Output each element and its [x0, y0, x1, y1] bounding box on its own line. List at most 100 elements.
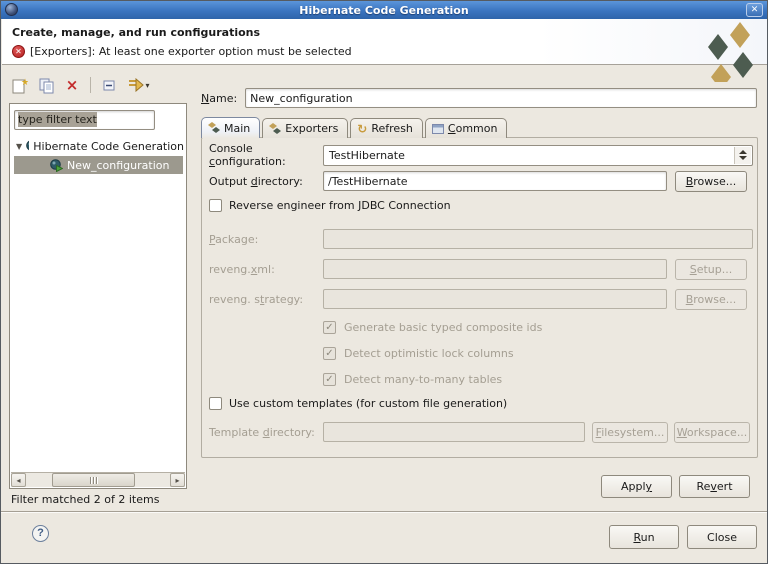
- filter-launch-configurations-button[interactable]: ▾: [124, 74, 154, 96]
- run-configuration-type-icon: [26, 140, 29, 153]
- configurations-toolbar: ★ ×: [9, 73, 154, 97]
- console-configuration-label: Console configuration:: [209, 142, 323, 168]
- workspace-button: Workspace...: [674, 422, 750, 443]
- filter-input[interactable]: type filter text: [14, 110, 155, 130]
- tab-common[interactable]: Common: [425, 118, 508, 138]
- delete-configuration-button[interactable]: ×: [61, 74, 83, 96]
- help-icon[interactable]: ?: [32, 525, 49, 542]
- template-directory-input: [323, 422, 585, 442]
- reveng-strategy-input: [323, 289, 667, 309]
- filter-icon: [128, 78, 144, 92]
- console-configuration-combo[interactable]: TestHibernate: [323, 145, 753, 166]
- tab-refresh[interactable]: ↻ Refresh: [350, 118, 423, 138]
- new-document-icon: ★: [12, 77, 28, 94]
- grip-line: [93, 477, 94, 484]
- hibernate-tab-icon: [269, 123, 281, 135]
- console-configuration-value: TestHibernate: [329, 149, 405, 162]
- combo-spinner-icon[interactable]: [734, 147, 751, 164]
- toolbar-separator: [90, 77, 91, 93]
- window-title: Hibernate Code Generation: [1, 4, 767, 17]
- detect-many-to-many-label: Detect many-to-many tables: [344, 373, 502, 386]
- package-label: Package:: [209, 233, 323, 246]
- collapse-all-button[interactable]: [98, 74, 120, 96]
- duplicate-configuration-button[interactable]: [35, 74, 57, 96]
- collapse-all-icon: [102, 78, 117, 93]
- browse-strategy-button: Browse...: [675, 289, 747, 310]
- package-input: [323, 229, 753, 249]
- setup-button: Setup...: [675, 259, 747, 280]
- configurations-tree-panel: type filter text ▼ Hibernate Code Genera…: [9, 103, 187, 489]
- output-directory-input[interactable]: [323, 171, 667, 191]
- apply-button[interactable]: Apply: [601, 475, 672, 498]
- generate-composite-ids-checkbox: ✓: [323, 321, 336, 334]
- copy-icon: [38, 77, 55, 94]
- hibernate-code-generation-dialog: Hibernate Code Generation ✕ Create, mana…: [0, 0, 768, 564]
- tree-child-label: New_configuration: [67, 159, 169, 172]
- error-message: [Exporters]: At least one exporter optio…: [30, 45, 352, 58]
- use-custom-templates-checkbox[interactable]: [209, 397, 222, 410]
- tab-refresh-label: Refresh: [371, 122, 413, 135]
- grip-line: [96, 477, 97, 484]
- option-row: ✓ Detect optimistic lock columns: [323, 347, 514, 360]
- option-row: ✓ Detect many-to-many tables: [323, 373, 502, 386]
- scrollbar-track[interactable]: [26, 473, 170, 487]
- grip-line: [90, 477, 91, 484]
- tree-horizontal-scrollbar[interactable]: ◂ ▸: [11, 472, 185, 487]
- footer-separator: [1, 511, 768, 513]
- refresh-icon: ↻: [357, 124, 367, 134]
- hibernate-logo: [702, 20, 760, 82]
- close-icon[interactable]: ✕: [746, 3, 763, 17]
- delete-icon: ×: [66, 78, 79, 92]
- filesystem-button: Filesystem...: [592, 422, 668, 443]
- output-directory-label: Output directory:: [209, 175, 323, 188]
- reverse-engineer-label: Reverse engineer from JDBC Connection: [229, 199, 451, 212]
- reveng-xml-input: [323, 259, 667, 279]
- dialog-banner: Create, manage, and run configurations ✕…: [2, 19, 768, 65]
- filter-input-text: type filter text: [18, 112, 97, 127]
- tab-exporters-label: Exporters: [285, 122, 338, 135]
- reveng-strategy-label: reveng. strategy:: [209, 293, 323, 306]
- template-directory-label: Template directory:: [209, 426, 323, 439]
- detect-optimistic-lock-label: Detect optimistic lock columns: [344, 347, 514, 360]
- window-icon: [5, 3, 18, 16]
- hibernate-tab-icon: [208, 122, 220, 134]
- generate-composite-ids-label: Generate basic typed composite ids: [344, 321, 542, 334]
- close-button[interactable]: Close: [687, 525, 757, 549]
- name-input[interactable]: [245, 88, 757, 108]
- dropdown-arrow-icon: ▾: [145, 81, 149, 90]
- common-tab-icon: [432, 124, 444, 134]
- titlebar: Hibernate Code Generation ✕: [1, 1, 767, 19]
- filter-match-status: Filter matched 2 of 2 items: [11, 493, 159, 506]
- tab-common-label: Common: [448, 122, 498, 135]
- detect-many-to-many-checkbox: ✓: [323, 373, 336, 386]
- jdbc-checkbox-row: Reverse engineer from JDBC Connection: [209, 199, 451, 212]
- tab-main[interactable]: Main: [201, 117, 260, 138]
- expander-icon[interactable]: ▼: [16, 142, 22, 151]
- detect-optimistic-lock-checkbox: ✓: [323, 347, 336, 360]
- banner-title: Create, manage, and run configurations: [12, 26, 260, 39]
- new-configuration-button[interactable]: ★: [9, 74, 31, 96]
- scroll-left-icon[interactable]: ◂: [11, 473, 26, 487]
- tree-item-hibernate-code-generation[interactable]: ▼ Hibernate Code Generation: [12, 137, 184, 155]
- scrollbar-thumb[interactable]: [52, 473, 136, 487]
- tab-bar: Main Exporters ↻ Refresh Common: [201, 117, 509, 138]
- scroll-right-icon[interactable]: ▸: [170, 473, 185, 487]
- name-label: Name:: [201, 92, 237, 105]
- tab-exporters[interactable]: Exporters: [262, 118, 348, 138]
- tab-main-label: Main: [224, 122, 250, 135]
- option-row: ✓ Generate basic typed composite ids: [323, 321, 542, 334]
- arrow-down-icon: [739, 156, 747, 160]
- custom-templates-row: Use custom templates (for custom file ge…: [209, 397, 507, 410]
- browse-output-button[interactable]: Browse...: [675, 171, 747, 192]
- run-button[interactable]: Run: [609, 525, 679, 549]
- configuration-icon: [50, 159, 63, 172]
- use-custom-templates-label: Use custom templates (for custom file ge…: [229, 397, 507, 410]
- tree-item-new-configuration[interactable]: New_configuration: [14, 156, 183, 174]
- reveng-xml-label: reveng.xml:: [209, 263, 323, 276]
- reverse-engineer-checkbox[interactable]: [209, 199, 222, 212]
- error-row: ✕ [Exporters]: At least one exporter opt…: [12, 45, 352, 58]
- star-glyph: ★: [21, 78, 28, 88]
- revert-button[interactable]: Revert: [679, 475, 750, 498]
- error-icon: ✕: [12, 45, 25, 58]
- arrow-up-icon: [739, 150, 747, 154]
